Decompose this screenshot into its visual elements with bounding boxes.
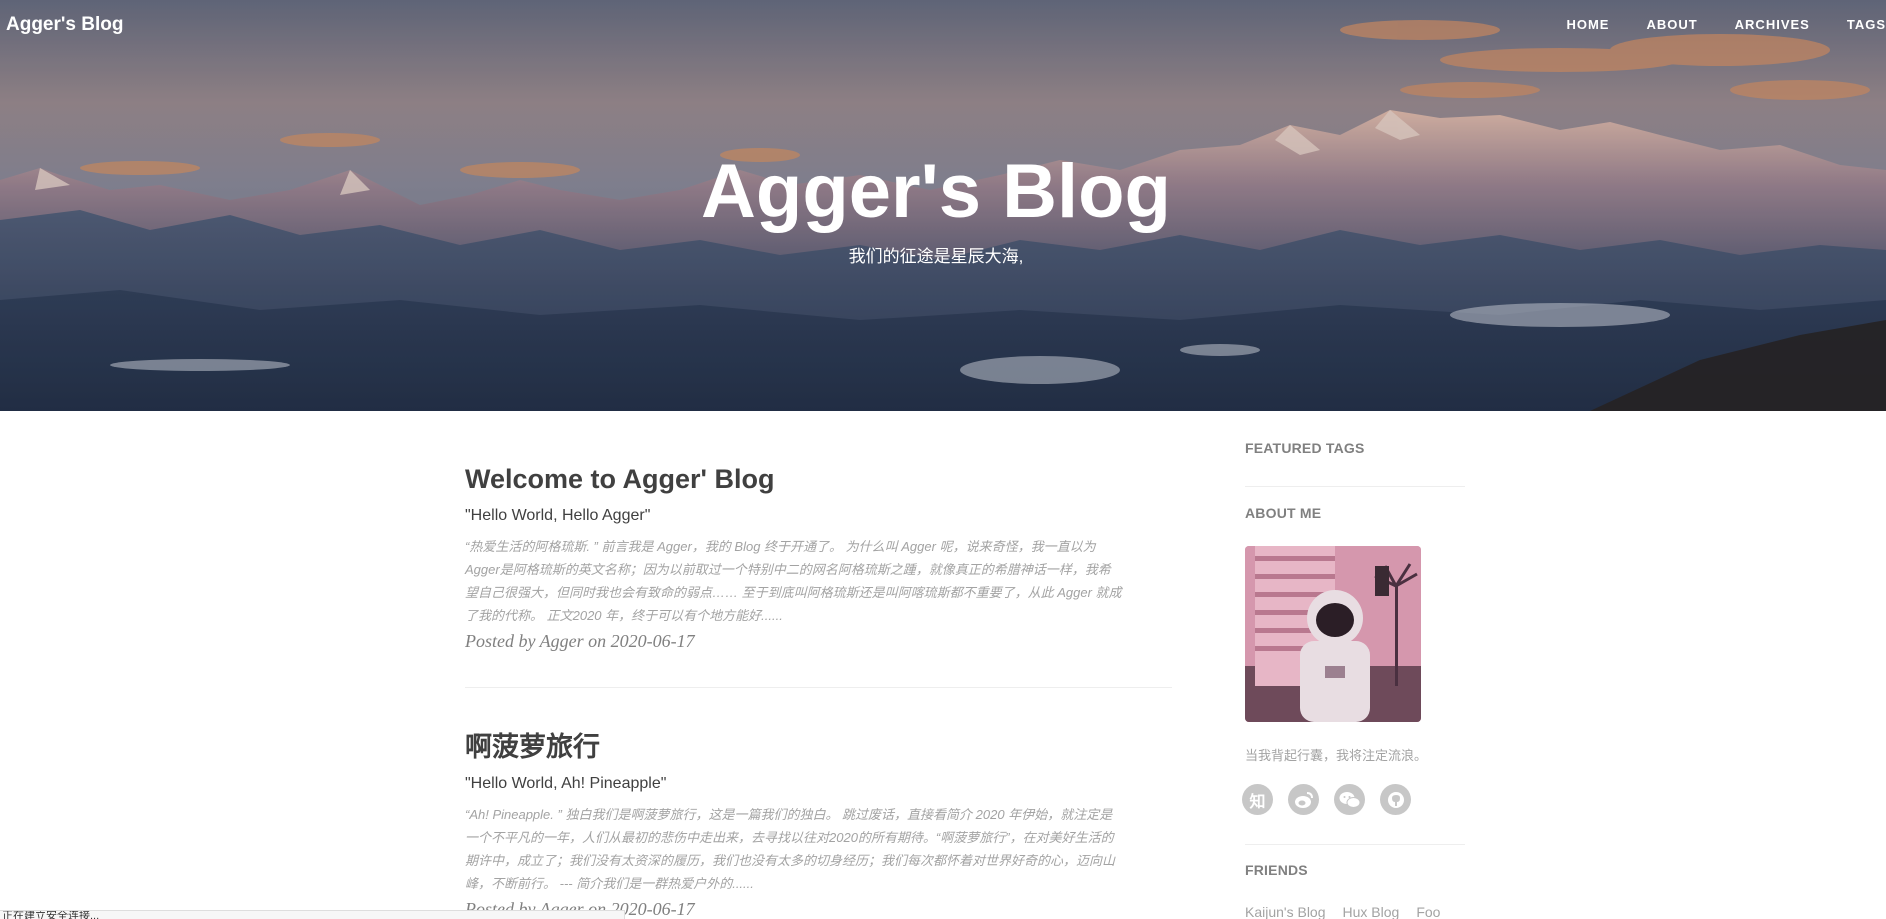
weibo-icon[interactable] — [1288, 784, 1319, 815]
navbar: Agger's Blog HOME ABOUT ARCHIVES TAGS — [0, 0, 1886, 50]
excerpt-line: Agger是阿格琉斯的英文名称；因为以前取过一个特别中二的网名阿格琉斯之踵，就像… — [465, 562, 1111, 577]
nav-about[interactable]: ABOUT — [1646, 17, 1697, 32]
github-icon[interactable] — [1380, 784, 1411, 815]
divider — [1245, 486, 1465, 487]
excerpt-line: “热爱生活的阿格琉斯. ” 前言我是 Agger，我的 Blog 终于开通了。 … — [465, 539, 1096, 554]
post-excerpt[interactable]: “热爱生活的阿格琉斯. ” 前言我是 Agger，我的 Blog 终于开通了。 … — [465, 535, 1172, 627]
post-preview: 啊菠萝旅行 "Hello World, Ah! Pineapple" “Ah! … — [465, 688, 1172, 919]
post-title-link[interactable]: Welcome to Agger' Blog — [465, 463, 1172, 495]
divider — [1245, 844, 1465, 845]
zhihu-icon[interactable]: 知 — [1242, 784, 1273, 815]
excerpt-line: 望自己很强大，但同时我也会有致命的弱点…… 至于到底叫阿格琉斯还是叫阿喀琉斯都不… — [465, 585, 1122, 600]
friend-link[interactable]: Kaijun's Blog — [1245, 904, 1326, 919]
excerpt-line: “Ah! Pineapple. ” 独白我们是啊菠萝旅行，这是一篇我们的独白。 … — [465, 807, 1113, 822]
friends-heading: FRIENDS — [1245, 862, 1308, 878]
browser-status-bar: 正在建立安全连接... — [0, 910, 625, 919]
excerpt-line: 峰，不断前行。 --- 简介我们是一群热爱户外的...... — [465, 876, 754, 891]
hero-title: Agger's Blog — [701, 149, 1171, 234]
hero-header: Agger's Blog HOME ABOUT ARCHIVES TAGS Ag… — [0, 0, 1886, 411]
post-subtitle[interactable]: "Hello World, Ah! Pineapple" — [465, 774, 1172, 794]
excerpt-line: 了我的代称。 正文2020 年，终于可以有个地方能好...... — [465, 608, 783, 623]
post-list: Welcome to Agger' Blog "Hello World, Hel… — [465, 411, 1172, 919]
post-meta: Posted by Agger on 2020-06-17 — [465, 631, 695, 651]
avatar — [1245, 546, 1421, 722]
zhihu-glyph: 知 — [1249, 793, 1266, 811]
post-title-link[interactable]: 啊菠萝旅行 — [465, 731, 1172, 763]
excerpt-line: 一个不平凡的一年，人们从最初的悲伤中走出来，去寻找以往对2020的所有期待。“啊… — [465, 830, 1114, 845]
featured-tags-heading: FEATURED TAGS — [1245, 440, 1365, 456]
nav-tags[interactable]: TAGS — [1847, 17, 1886, 32]
post-preview: Welcome to Agger' Blog "Hello World, Hel… — [465, 411, 1172, 688]
about-me-text: 当我背起行囊，我将注定流浪。 — [1245, 748, 1428, 763]
post-subtitle[interactable]: "Hello World, Hello Agger" — [465, 506, 1172, 526]
wechat-icon[interactable] — [1334, 784, 1365, 815]
hero-subtitle: 我们的征途是星辰大海, — [848, 247, 1024, 266]
nav-archives[interactable]: ARCHIVES — [1735, 17, 1810, 32]
friend-link[interactable]: Foo — [1416, 904, 1440, 919]
astronaut-avatar-image — [1245, 546, 1421, 722]
nav-links: HOME ABOUT ARCHIVES TAGS — [1566, 17, 1886, 32]
about-me-heading: ABOUT ME — [1245, 505, 1322, 521]
brand-link[interactable]: Agger's Blog — [6, 14, 123, 36]
social-links: 知 — [1242, 784, 1426, 815]
excerpt-line: 期许中，成立了；我们没有太资深的履历，我们也没有太多的切身经历；我们每次都怀着对… — [465, 853, 1116, 868]
post-excerpt[interactable]: “Ah! Pineapple. ” 独白我们是啊菠萝旅行，这是一篇我们的独白。 … — [465, 803, 1172, 895]
nav-home[interactable]: HOME — [1566, 17, 1609, 32]
friend-link[interactable]: Hux Blog — [1343, 904, 1400, 919]
friends-list: Kaijun's Blog Hux Blog Foo — [1245, 904, 1457, 919]
